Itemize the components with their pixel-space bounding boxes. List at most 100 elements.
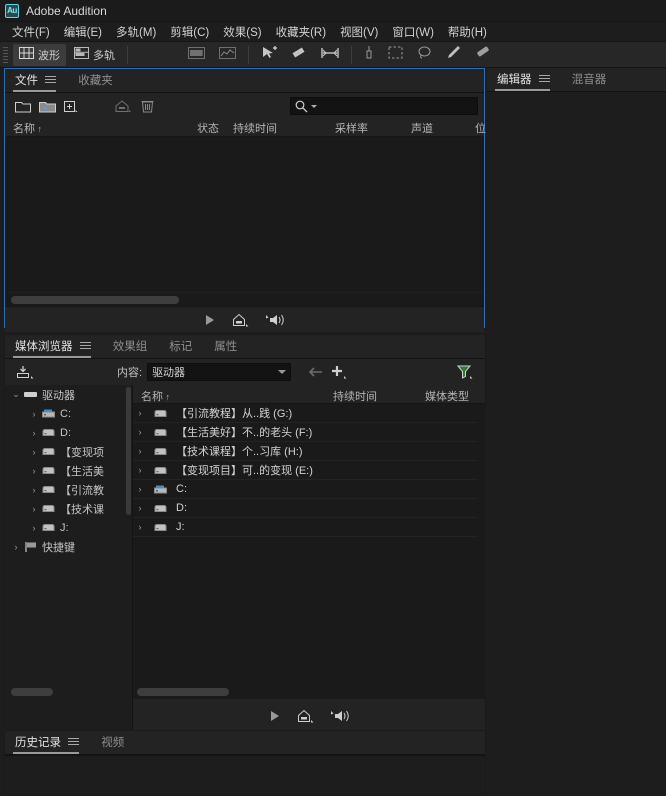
mb-hscroll-area[interactable] [133, 685, 485, 699]
tree-item-j[interactable]: › J: [5, 518, 132, 537]
panel-menu-icon[interactable] [79, 342, 91, 352]
menu-window[interactable]: 窗口(W) [386, 22, 442, 42]
table-row[interactable]: › 【变现项目】可..的变现 (E:) [133, 461, 485, 480]
chevron-right-icon[interactable]: › [27, 447, 41, 457]
media-browser-vscrollbar[interactable] [478, 404, 485, 685]
chevron-down-icon[interactable]: ⌄ [9, 389, 23, 400]
mb-import-button[interactable] [13, 362, 37, 382]
multitrack-view-button[interactable]: 多轨 [68, 44, 121, 66]
chevron-right-icon[interactable]: › [133, 408, 147, 418]
tree-hscroll-thumb[interactable] [11, 688, 53, 696]
chevron-right-icon[interactable]: › [27, 523, 41, 533]
files-col-samplerate[interactable]: 采样率 [335, 120, 368, 136]
close-file-button[interactable] [135, 96, 159, 116]
tree-vscrollbar[interactable] [125, 385, 132, 685]
chevron-right-icon[interactable]: › [133, 427, 147, 437]
tab-effects-rack[interactable]: 效果组 [111, 335, 154, 358]
chevron-right-icon[interactable]: › [133, 522, 147, 532]
spot-healing-brush-button[interactable] [469, 44, 497, 66]
mb-add-shortcut-button[interactable] [327, 362, 351, 382]
table-row[interactable]: › D: [133, 499, 485, 518]
files-hscroll-thumb[interactable] [11, 296, 179, 304]
tab-history[interactable]: 历史记录 [13, 731, 85, 754]
panel-menu-icon[interactable] [538, 75, 550, 85]
open-file-button[interactable] [11, 96, 35, 116]
mb-col-duration[interactable]: 持续时间 [333, 388, 377, 404]
tree-item-f[interactable]: › 【生活美 [5, 461, 132, 480]
media-browser-tree[interactable]: ⌄ 驱动器 › C: › D: › 【变现项 › 【生活美 › 【引流教 › 【… [5, 385, 133, 685]
menu-edit[interactable]: 编辑(E) [58, 22, 110, 42]
chevron-right-icon[interactable]: › [27, 409, 41, 419]
editor-body[interactable] [487, 92, 666, 328]
files-list[interactable] [5, 137, 484, 292]
files-col-status[interactable]: 状态 [197, 120, 219, 136]
media-browser-list[interactable]: 名称 ↑ 持续时间 媒体类型 › 【引流教程】从..践 (G:) › 【生活美好… [133, 385, 485, 685]
import-file-button[interactable] [35, 96, 59, 116]
files-search-box[interactable] [290, 97, 478, 115]
files-col-name[interactable]: 名称 ↑ [13, 120, 42, 136]
files-hscrollbar[interactable] [5, 292, 484, 306]
tree-item-h[interactable]: › 【技术课 [5, 499, 132, 518]
files-insert-multitrack-button[interactable] [232, 313, 249, 327]
tree-item-g[interactable]: › 【引流教 [5, 480, 132, 499]
menu-multitrack[interactable]: 多轨(M) [110, 22, 164, 42]
chevron-right-icon[interactable]: › [133, 484, 147, 494]
marquee-selection-button[interactable] [382, 44, 409, 66]
table-row[interactable]: › 【引流教程】从..践 (G:) [133, 404, 485, 423]
table-row[interactable]: › J: [133, 518, 485, 537]
tab-editor[interactable]: 编辑器 [495, 68, 556, 91]
tree-hscroll-area[interactable] [5, 685, 133, 699]
files-col-channels[interactable]: 声道 [411, 120, 433, 136]
time-selection-button[interactable] [315, 44, 345, 66]
chevron-right-icon[interactable]: › [133, 465, 147, 475]
insert-into-multitrack-button[interactable] [111, 96, 135, 116]
toolbar-grip[interactable] [2, 45, 9, 64]
chevron-right-icon[interactable]: › [27, 485, 41, 495]
table-row[interactable]: › 【生活美好】不..的老头 (F:) [133, 423, 485, 442]
chevron-right-icon[interactable]: › [133, 503, 147, 513]
chevron-right-icon[interactable]: › [27, 466, 41, 476]
files-col-duration[interactable]: 持续时间 [233, 120, 277, 136]
menu-file[interactable]: 文件(F) [6, 22, 58, 42]
menu-clip[interactable]: 剪辑(C) [164, 22, 217, 42]
tab-video[interactable]: 视频 [99, 731, 130, 754]
tree-item-c[interactable]: › C: [5, 404, 132, 423]
tab-favorites[interactable]: 收藏夹 [76, 69, 119, 92]
mb-col-name[interactable]: 名称 ↑ [141, 388, 170, 404]
menu-view[interactable]: 视图(V) [334, 22, 386, 42]
razor-tool-button[interactable] [358, 44, 380, 66]
tab-markers[interactable]: 标记 [167, 335, 198, 358]
waveform-view-button[interactable]: 波形 [13, 43, 66, 66]
search-chevron-down-icon[interactable] [311, 104, 317, 108]
mb-hscroll-thumb[interactable] [137, 688, 229, 696]
tab-properties[interactable]: 属性 [212, 335, 243, 358]
files-search-input[interactable] [320, 100, 470, 112]
mb-filter-button[interactable] [453, 362, 477, 382]
chevron-right-icon[interactable]: › [133, 446, 147, 456]
tree-item-e[interactable]: › 【变现项 [5, 442, 132, 461]
chevron-right-icon[interactable]: › [9, 542, 23, 552]
tab-mixer[interactable]: 混音器 [570, 68, 613, 91]
panel-menu-icon[interactable] [68, 738, 80, 748]
mb-col-media-type[interactable]: 媒体类型 [425, 388, 469, 404]
tree-item-d[interactable]: › D: [5, 423, 132, 442]
files-autoplay-button[interactable] [265, 313, 285, 327]
mb-back-button[interactable] [303, 362, 327, 382]
chevron-right-icon[interactable]: › [27, 504, 41, 514]
tab-files[interactable]: 文件 [13, 69, 62, 92]
tree-root-drives[interactable]: ⌄ 驱动器 [5, 385, 132, 404]
spectral-frequency-button[interactable] [182, 44, 211, 66]
mb-insert-multitrack-button[interactable] [297, 709, 314, 723]
menu-favorites[interactable]: 收藏夹(R) [270, 22, 334, 42]
spectral-pan-button[interactable] [213, 44, 242, 66]
paintbrush-selection-button[interactable] [440, 44, 467, 66]
slip-tool-button[interactable] [285, 44, 313, 66]
mb-autoplay-button[interactable] [330, 709, 350, 723]
lasso-selection-button[interactable] [411, 44, 438, 66]
move-tool-button[interactable] [255, 44, 283, 66]
menu-effects[interactable]: 效果(S) [217, 22, 269, 42]
table-row[interactable]: › C: [133, 480, 485, 499]
content-dropdown[interactable]: 驱动器 [147, 363, 292, 381]
mb-play-button[interactable] [269, 710, 281, 722]
tree-vscroll-thumb[interactable] [126, 387, 131, 515]
